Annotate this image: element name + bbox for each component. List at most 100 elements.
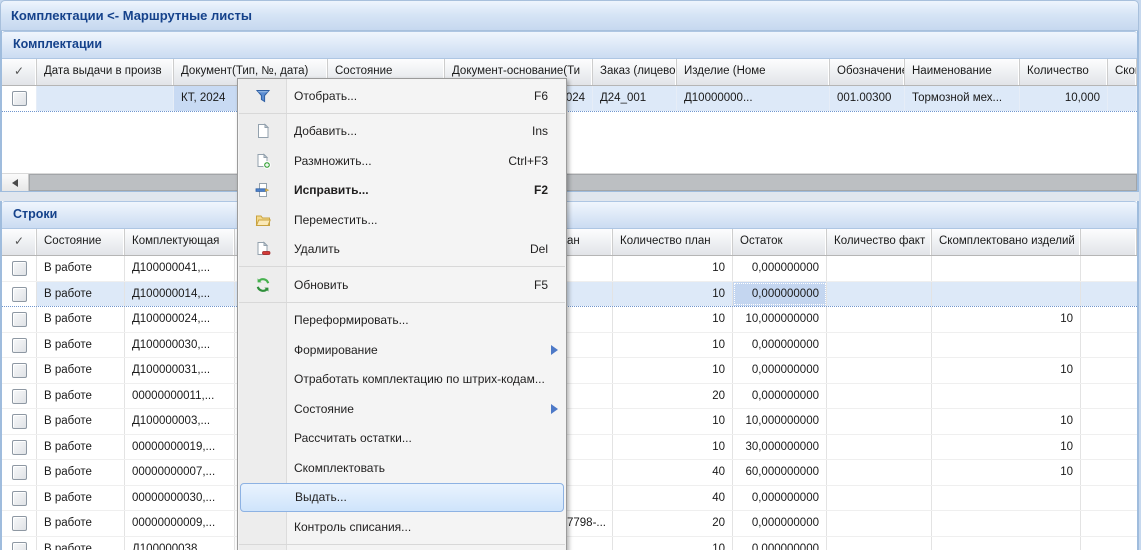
row-check-cell xyxy=(2,486,37,511)
cell-part: 00000000019,... xyxy=(125,435,235,460)
menu-item-obnovit[interactable]: Обновить F5 xyxy=(240,270,564,300)
cell-zakaz: Д24_001 xyxy=(593,86,677,111)
menu-item-rasschitat-ostatki[interactable]: Рассчитать остатки... xyxy=(240,424,564,454)
menu-item-label: Скомплектовать xyxy=(286,461,548,475)
scroll-left-button[interactable] xyxy=(2,174,29,191)
cell-filler xyxy=(1081,486,1137,511)
menu-item-label: Выдать... xyxy=(287,490,547,504)
table-row[interactable]: В работе Д100000003,... 10 10,000000000 … xyxy=(2,409,1137,435)
menu-shortcut: F2 xyxy=(534,183,564,197)
row-checkbox[interactable] xyxy=(12,516,27,531)
horizontal-scrollbar[interactable] xyxy=(2,173,1137,192)
column-header-skomplektovano[interactable]: Ском xyxy=(1108,59,1137,85)
column-header-kolichestvo-fakt[interactable]: Количество факт xyxy=(827,229,932,255)
menu-item-peremestit[interactable]: Переместить... xyxy=(240,205,564,235)
row-check-cell xyxy=(2,86,37,111)
cell-assembled xyxy=(932,333,1081,358)
table-row[interactable]: В работе 00000000030,... 40 0,000000000 xyxy=(2,486,1137,512)
column-header-check[interactable]: ✓ xyxy=(2,59,37,85)
menu-item-label: Размножить... xyxy=(286,154,508,168)
menu-item-label: Состояние xyxy=(286,402,548,416)
table-row-selected[interactable]: В работе Д100000014,... 10 0,000000000 xyxy=(2,282,1137,308)
row-checkbox[interactable] xyxy=(12,312,27,327)
row-checkbox[interactable] xyxy=(12,414,27,429)
table-row[interactable]: В работе Д100000030,... 10 0,000000000 xyxy=(2,333,1137,359)
cell-filler xyxy=(1081,460,1137,485)
menu-item-ispravit[interactable]: Исправить... F2 xyxy=(240,176,564,206)
column-header-naimenovanie[interactable]: Наименование xyxy=(905,59,1020,85)
row-checkbox[interactable] xyxy=(12,389,27,404)
submenu-arrow-icon xyxy=(551,345,558,355)
menu-item-otobrat[interactable]: Отобрать... F6 xyxy=(240,81,564,111)
cell-state: В работе xyxy=(37,333,125,358)
breadcrumb: Комплектации <- Маршрутные листы xyxy=(11,8,252,23)
row-checkbox[interactable] xyxy=(12,287,27,302)
table-row[interactable]: В работе 00000000007,... 40 60,000000000… xyxy=(2,460,1137,486)
cell-fact xyxy=(827,256,932,281)
cell-state: В работе xyxy=(37,511,125,536)
menu-item-sostoyanie[interactable]: Состояние xyxy=(240,394,564,424)
table-row[interactable]: В работе Д100000024,... 10 10,000000000 … xyxy=(2,307,1137,333)
bottom-grid-body: В работе Д100000041,... 10 0,000000000 В… xyxy=(2,256,1137,550)
scrollbar-thumb[interactable] xyxy=(29,174,1137,191)
row-checkbox[interactable] xyxy=(12,491,27,506)
column-header-sostoyanie[interactable]: Состояние xyxy=(37,229,125,255)
column-header-ostatok[interactable]: Остаток xyxy=(733,229,827,255)
row-check-cell xyxy=(2,537,37,550)
menu-item-otrabotat-shtrih-kody[interactable]: Отработать комплектацию по штрих-кодам..… xyxy=(240,365,564,395)
column-header-check[interactable]: ✓ xyxy=(2,229,37,255)
menu-item-razmnozhit[interactable]: Размножить... Ctrl+F3 xyxy=(240,146,564,176)
menu-item-udalit[interactable]: Удалить Del xyxy=(240,235,564,265)
top-grid-row[interactable]: КТ, 2024 024 Д24_001 Д10000000... 001.00… xyxy=(2,86,1137,112)
cell-assembled: 10 xyxy=(932,460,1081,485)
row-check-cell xyxy=(2,333,37,358)
panel-splitter[interactable] xyxy=(0,191,1139,201)
row-checkbox[interactable] xyxy=(12,338,27,353)
row-checkbox[interactable] xyxy=(12,542,27,550)
cell-fact xyxy=(827,511,932,536)
cell-plan: 10 xyxy=(613,282,733,307)
menu-item-label: Исправить... xyxy=(286,183,534,197)
table-row[interactable]: В работе Д100000041,... 10 0,000000000 xyxy=(2,256,1137,282)
cell-assembled xyxy=(932,486,1081,511)
menu-shortcut: Ins xyxy=(532,124,564,138)
column-header-komplektuyushchaya[interactable]: Комплектующая xyxy=(125,229,235,255)
column-header-zakaz[interactable]: Заказ (лицево xyxy=(593,59,677,85)
column-header-kolichestvo[interactable]: Количество xyxy=(1020,59,1108,85)
cell-state: В работе xyxy=(37,358,125,383)
menu-item-vydat-highlighted[interactable]: Выдать... xyxy=(240,483,564,513)
menu-item-skomplektovat[interactable]: Скомплектовать xyxy=(240,453,564,483)
table-row[interactable]: В работе 00000000019,... 10 30,000000000… xyxy=(2,435,1137,461)
delete-page-icon xyxy=(240,241,286,257)
cell-filler xyxy=(1081,358,1137,383)
column-header-oboznachenie[interactable]: Обозначение xyxy=(830,59,905,85)
menu-item-formirovanie[interactable]: Формирование xyxy=(240,335,564,365)
menu-item-kontrol-spisaniya[interactable]: Контроль списания... xyxy=(240,512,564,542)
row-checkbox[interactable] xyxy=(12,465,27,480)
table-row[interactable]: В работе Д100000038,... 10 0,000000000 xyxy=(2,537,1137,550)
menu-item-dobavit[interactable]: Добавить... Ins xyxy=(240,117,564,147)
cell-part: 00000000007,... xyxy=(125,460,235,485)
column-header-skomplektovano-izdeliy[interactable]: Скомплектовано изделий xyxy=(932,229,1081,255)
row-checkbox[interactable] xyxy=(12,261,27,276)
row-checkbox[interactable] xyxy=(12,363,27,378)
table-row[interactable]: В работе Д100000031,... 10 0,000000000 1… xyxy=(2,358,1137,384)
cell-part: 00000000011,... xyxy=(125,384,235,409)
menu-item-pereformirovat[interactable]: Переформировать... xyxy=(240,306,564,336)
column-header-data-vydachi[interactable]: Дата выдачи в произв xyxy=(37,59,174,85)
menu-item-label: Формирование xyxy=(286,343,548,357)
table-row[interactable]: В работе 00000000011,... 20 0,000000000 xyxy=(2,384,1137,410)
table-row[interactable]: В работе 00000000009,... 7798-... 20 0,0… xyxy=(2,511,1137,537)
row-checkbox[interactable] xyxy=(12,440,27,455)
column-header-izdelie[interactable]: Изделие (Номе xyxy=(677,59,830,85)
column-header-kolichestvo-plan[interactable]: Количество план xyxy=(613,229,733,255)
cell-rest: 30,000000000 xyxy=(733,435,827,460)
cell-plan: 20 xyxy=(613,384,733,409)
cell-plan: 10 xyxy=(613,358,733,383)
row-checkbox[interactable] xyxy=(12,91,27,106)
cell-part: Д100000014,... xyxy=(125,282,235,307)
row-check-cell xyxy=(2,435,37,460)
cell-assembled xyxy=(932,511,1081,536)
column-header-filler xyxy=(1081,229,1137,255)
panel-komplektacii: Комплектации ✓ Дата выдачи в произв Доку… xyxy=(0,31,1139,191)
